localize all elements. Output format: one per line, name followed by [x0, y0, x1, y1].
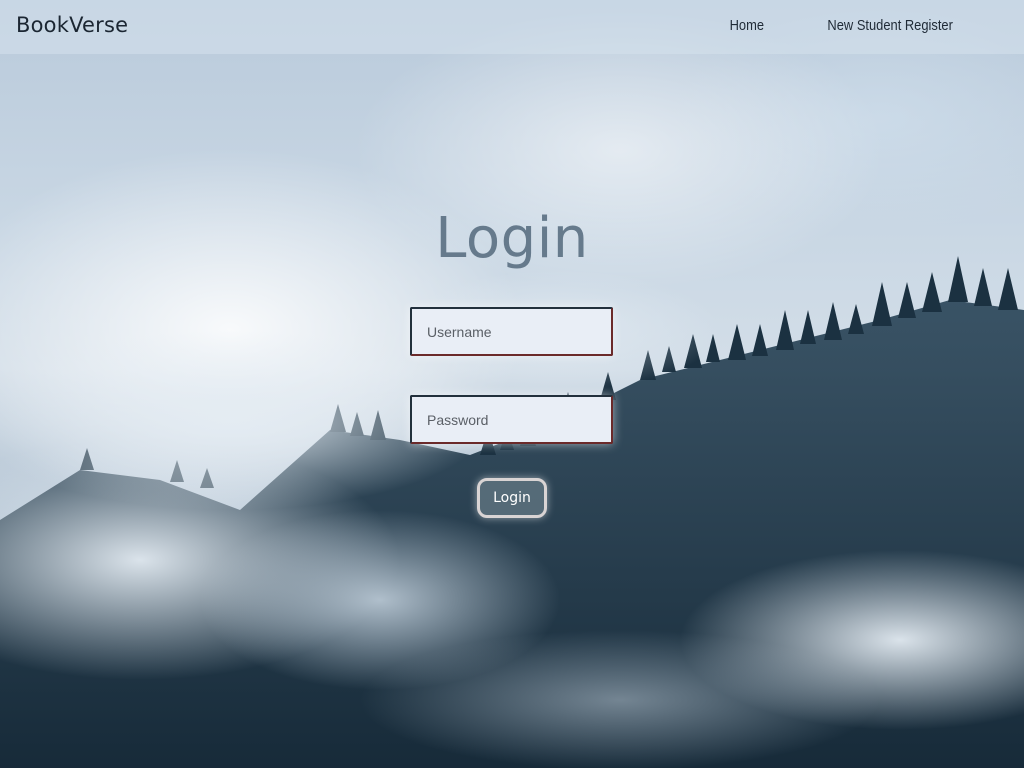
- login-button[interactable]: Login: [477, 478, 547, 518]
- nav-link-home[interactable]: Home: [730, 17, 764, 34]
- password-input[interactable]: [410, 395, 613, 444]
- background-image: [0, 0, 1024, 768]
- nav-links: Home New Student Register: [724, 17, 953, 34]
- username-input[interactable]: [410, 307, 613, 356]
- brand-logo[interactable]: BookVerse: [16, 13, 128, 37]
- top-navbar: BookVerse Home New Student Register: [0, 0, 1024, 54]
- login-heading: Login: [435, 206, 589, 271]
- nav-link-new-student-register[interactable]: New Student Register: [828, 17, 953, 34]
- misty-forest-illustration: [0, 256, 1024, 768]
